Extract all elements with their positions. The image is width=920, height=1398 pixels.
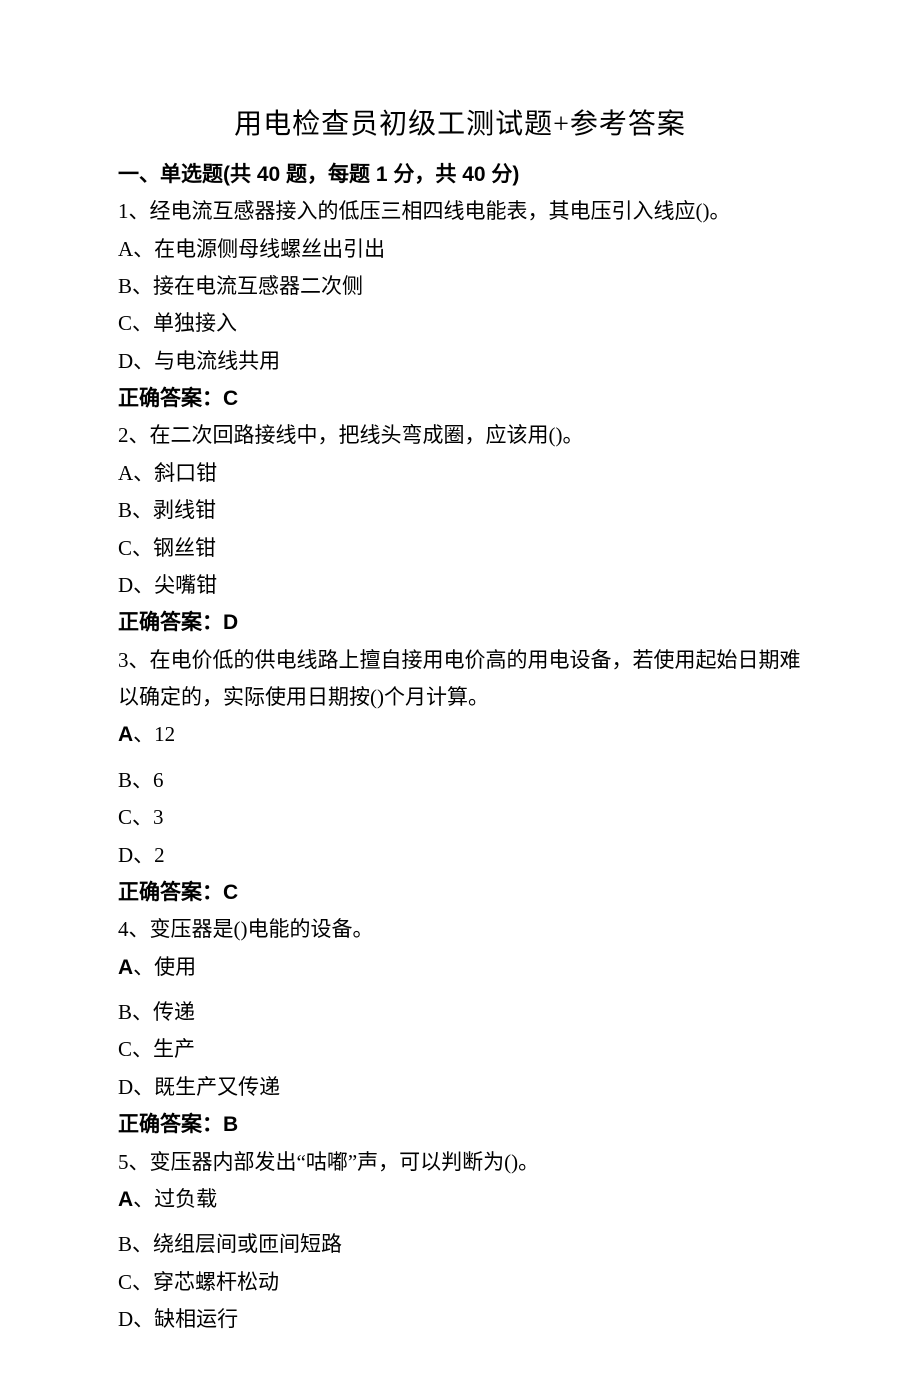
- q1-option-a: A、在电源侧母线螺丝出引出: [118, 231, 802, 268]
- q3-option-d: D、2: [118, 837, 802, 874]
- q2-option-b: B、剥线钳: [118, 492, 802, 529]
- section-header: 一、单选题(共 40 题，每题 1 分，共 40 分): [118, 156, 802, 193]
- q4-answer: 正确答案：B: [118, 1106, 802, 1143]
- q3-stem: 3、在电价低的供电线路上擅自接用电价高的用电设备，若使用起始日期难以确定的，实际…: [118, 642, 802, 717]
- q5-option-c: C、穿芯螺杆松动: [118, 1264, 802, 1301]
- q4-a-label: A: [118, 956, 133, 979]
- q5-option-d: D、缺相运行: [118, 1301, 802, 1338]
- document-page: 用电检查员初级工测试题+参考答案 一、单选题(共 40 题，每题 1 分，共 4…: [0, 0, 920, 1398]
- q4-option-c: C、生产: [118, 1031, 802, 1068]
- q2-option-d: D、尖嘴钳: [118, 567, 802, 604]
- q4-a-rest: 、使用: [133, 955, 196, 979]
- q5-a-rest: 、过负载: [133, 1187, 217, 1211]
- q3-answer: 正确答案：C: [118, 874, 802, 911]
- q2-stem: 2、在二次回路接线中，把线头弯成圈，应该用()。: [118, 417, 802, 454]
- q5-stem: 5、变压器内部发出“咕嘟”声，可以判断为()。: [118, 1144, 802, 1181]
- document-title: 用电检查员初级工测试题+参考答案: [118, 100, 802, 150]
- q4-stem: 4、变压器是()电能的设备。: [118, 911, 802, 948]
- q2-option-a: A、斜口钳: [118, 455, 802, 492]
- q1-option-c: C、单独接入: [118, 305, 802, 342]
- q1-stem: 1、经电流互感器接入的低压三相四线电能表，其电压引入线应()。: [118, 193, 802, 230]
- q5-option-b: B、绕组层间或匝间短路: [118, 1226, 802, 1263]
- q1-option-d: D、与电流线共用: [118, 343, 802, 380]
- q5-option-a: A、过负载: [118, 1181, 802, 1218]
- q4-option-d: D、既生产又传递: [118, 1069, 802, 1106]
- q1-option-b: B、接在电流互感器二次侧: [118, 268, 802, 305]
- q2-option-c: C、钢丝钳: [118, 530, 802, 567]
- q1-answer: 正确答案：C: [118, 380, 802, 417]
- q4-option-a: A、使用: [118, 949, 802, 986]
- q3-option-b: B、6: [118, 762, 802, 799]
- q5-a-label: A: [118, 1188, 133, 1211]
- q3-option-c: C、3: [118, 799, 802, 836]
- q3-option-a: A、12: [118, 716, 802, 753]
- q4-option-b: B、传递: [118, 994, 802, 1031]
- q3-a-rest: 、12: [133, 722, 175, 746]
- q2-answer: 正确答案：D: [118, 604, 802, 641]
- q3-a-label: A: [118, 723, 133, 746]
